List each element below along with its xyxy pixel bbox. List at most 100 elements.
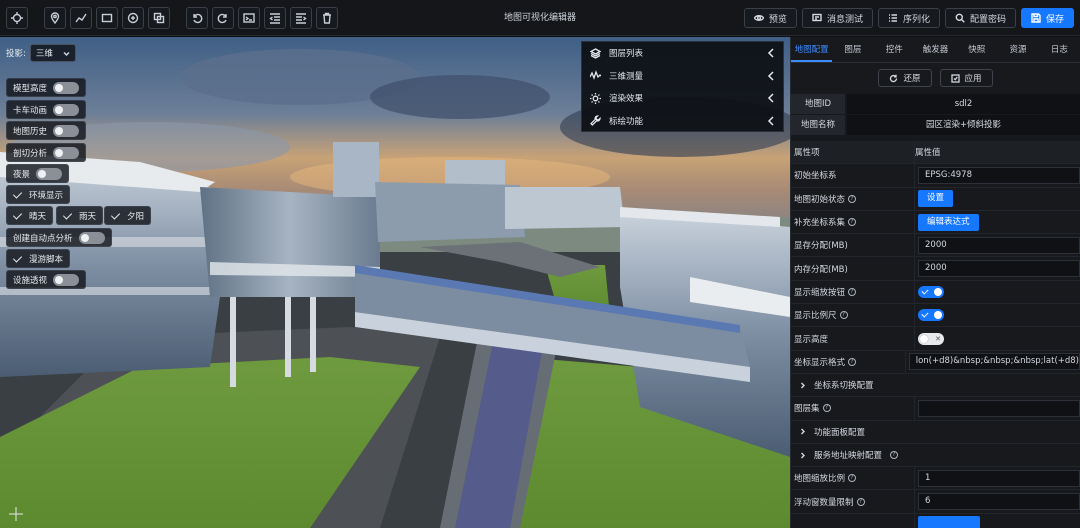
property-input[interactable]: 2000: [918, 260, 1080, 278]
save-button[interactable]: 保存: [1020, 8, 1074, 28]
circle-plus-icon[interactable]: [122, 7, 144, 29]
location-pin-icon[interactable]: [44, 7, 66, 29]
property-input[interactable]: [918, 399, 1080, 417]
property-input[interactable]: 2000: [918, 236, 1080, 254]
config-section[interactable]: 功能面板配置: [791, 421, 1080, 444]
property-key: 图层集: [794, 404, 820, 415]
sidebar-tabs: 地图配置 图层 控件 触发器 快照 资源 日志: [791, 37, 1080, 63]
tab-resources[interactable]: 资源: [997, 37, 1038, 62]
map-history-control[interactable]: 地图历史: [6, 121, 87, 140]
model-height-toggle[interactable]: [53, 81, 80, 94]
property-row: 图层集?: [791, 397, 1080, 421]
map-id-row: 地图ID sdl2: [791, 94, 1080, 114]
night-scene-control[interactable]: 夜景: [6, 164, 70, 183]
terminal-icon[interactable]: [238, 7, 260, 29]
indent-right-icon[interactable]: [290, 7, 312, 29]
sidebar-actions: 还原 应用: [791, 63, 1080, 93]
property-input[interactable]: 6: [918, 493, 1080, 511]
sun-icon: [590, 92, 601, 104]
property-row: 补充坐标系集? 编辑表达式: [791, 210, 1080, 235]
property-input[interactable]: lon(+d8)&nbsp;&nbsp;&nbsp;lat(+d8): [908, 353, 1080, 371]
apply-icon: [950, 73, 960, 83]
night-scene-toggle[interactable]: [36, 167, 63, 180]
property-action-button[interactable]: 编辑表达式: [918, 213, 979, 231]
redo-icon[interactable]: [212, 7, 234, 29]
config-search-button[interactable]: 配置密码: [944, 8, 1016, 28]
help-icon[interactable]: ?: [848, 218, 857, 227]
property-key: 内存分配(MB): [794, 264, 848, 275]
help-icon[interactable]: ?: [848, 287, 857, 296]
tool-plotting[interactable]: 标绘功能: [582, 110, 783, 133]
preview-button[interactable]: 预览: [743, 8, 797, 28]
property-switch[interactable]: [918, 309, 944, 322]
indent-left-icon[interactable]: [264, 7, 286, 29]
property-input[interactable]: EPSG:4978: [918, 166, 1080, 184]
rectangle-icon[interactable]: [96, 7, 118, 29]
check-icon: [111, 211, 121, 221]
crosshair-icon[interactable]: [6, 7, 28, 29]
help-icon[interactable]: ?: [848, 357, 857, 366]
help-icon[interactable]: ?: [822, 404, 831, 413]
help-icon[interactable]: ?: [890, 451, 899, 459]
roam-script-control[interactable]: 漫游脚本: [6, 249, 71, 268]
tab-controls[interactable]: 控件: [874, 37, 915, 62]
config-section[interactable]: 坐标系切换配置: [791, 374, 1080, 398]
property-action-button[interactable]: 设置: [918, 190, 954, 208]
help-icon[interactable]: ?: [839, 311, 848, 320]
property-switch[interactable]: [918, 285, 944, 298]
section-analysis-control[interactable]: 剖切分析: [6, 143, 87, 162]
tab-layers[interactable]: 图层: [832, 37, 873, 62]
map-id-input[interactable]: sdl2: [847, 94, 1080, 114]
config-section[interactable]: 服务地址映射配置?: [791, 444, 1080, 468]
polyline-icon[interactable]: [70, 7, 92, 29]
undo-icon[interactable]: [186, 7, 208, 29]
message-test-button[interactable]: 消息测试: [801, 8, 873, 28]
help-icon[interactable]: ?: [848, 474, 857, 483]
map-viewport[interactable]: 投影: 三维 模型高度 卡车动画 地图历史 剖切分析 夜景 环境显示 晴天 雨天…: [0, 37, 790, 528]
help-icon[interactable]: ?: [856, 497, 865, 506]
map-name-label: 地图名称: [791, 115, 845, 135]
tool-layer-list[interactable]: 图层列表: [582, 42, 783, 65]
center-crosshair-icon: [9, 507, 23, 521]
serialize-button[interactable]: 序列化: [877, 8, 940, 28]
tab-snapshot[interactable]: 快照: [956, 37, 997, 62]
section-analysis-toggle[interactable]: [53, 146, 80, 159]
tool-render-effect[interactable]: 渲染效果: [582, 87, 783, 110]
property-row: 显示缩放按钮?: [791, 280, 1080, 305]
list-icon: [888, 14, 897, 22]
toolbar-icons: [6, 7, 338, 29]
property-input[interactable]: 1: [918, 469, 1080, 487]
weather-rain-button[interactable]: 雨天: [56, 206, 104, 225]
map-id-label: 地图ID: [791, 94, 845, 114]
weather-sunset-button[interactable]: 夕阳: [104, 206, 152, 225]
projection-select[interactable]: 三维: [29, 44, 76, 62]
help-icon[interactable]: ?: [848, 194, 857, 203]
apply-button[interactable]: 应用: [939, 69, 993, 87]
property-key: 地图缩放比例: [794, 474, 846, 485]
tab-logs[interactable]: 日志: [1039, 37, 1080, 62]
model-height-control[interactable]: 模型高度: [6, 78, 87, 97]
tab-triggers[interactable]: 触发器: [915, 37, 956, 62]
top-toolbar: 地图可视化编辑器 预览 消息测试 序列化 配置密码 保存: [0, 0, 1080, 36]
trash-icon[interactable]: [316, 7, 338, 29]
truck-animation-control[interactable]: 卡车动画: [6, 100, 87, 119]
property-row: 显存分配(MB) 2000: [791, 234, 1080, 258]
property-switch[interactable]: [918, 332, 944, 345]
property-key: 显存分配(MB): [794, 241, 848, 252]
facility-view-toggle[interactable]: [53, 273, 80, 286]
facility-view-control[interactable]: 设施透视: [6, 270, 87, 289]
map-name-input[interactable]: 园区渲染+倾斜投影: [847, 115, 1080, 135]
truck-animation-toggle[interactable]: [53, 103, 80, 116]
restore-button[interactable]: 还原: [878, 69, 932, 87]
property-row: 浮动窗数量限制? 6: [791, 490, 1080, 514]
env-display-control[interactable]: 环境显示: [6, 185, 71, 204]
auto-analysis-toggle[interactable]: [78, 231, 105, 244]
weather-sunny-button[interactable]: 晴天: [6, 206, 54, 225]
property-action-button[interactable]: [918, 516, 980, 528]
tool-3d-measure[interactable]: 三维测量: [582, 65, 783, 88]
property-key: 显示缩放按钮: [794, 287, 846, 298]
map-history-toggle[interactable]: [53, 124, 80, 137]
auto-analysis-control[interactable]: 创建自动点分析: [6, 228, 112, 247]
copy-icon[interactable]: [148, 7, 170, 29]
tab-map-config[interactable]: 地图配置: [791, 37, 833, 62]
